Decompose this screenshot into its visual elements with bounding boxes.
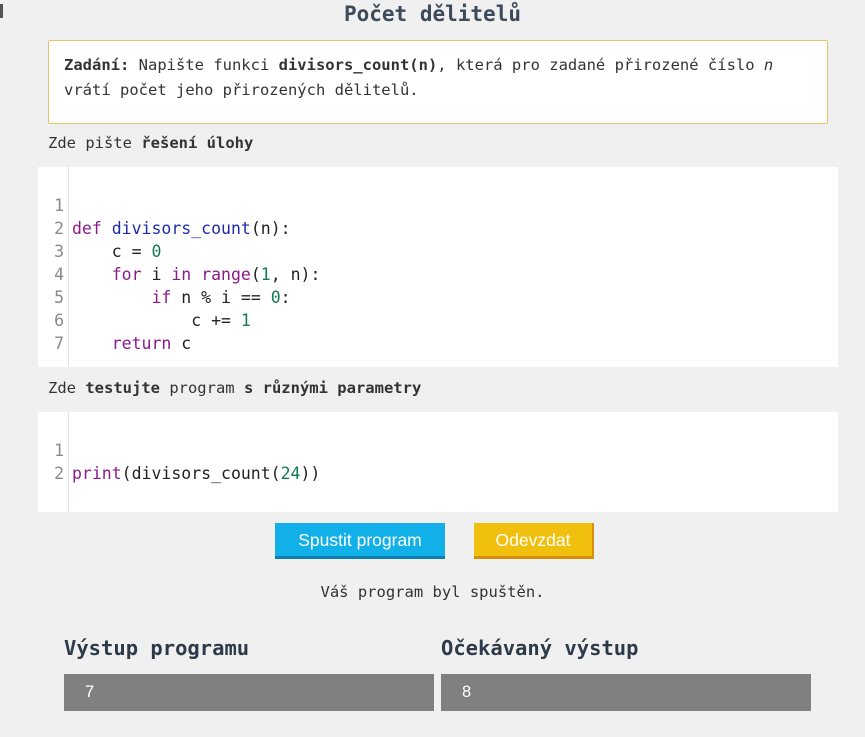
test-label-bold-2: s různými parametry xyxy=(243,379,422,397)
code-text: c += 1 xyxy=(72,311,251,330)
code-line: 4 if n % i == 0: xyxy=(38,240,291,307)
run-program-button[interactable]: Spustit program xyxy=(275,523,445,559)
code-line: 1 def divisors_count(n): xyxy=(38,171,291,238)
code-text: c = 0 xyxy=(72,242,162,261)
test-label-prefix: Zde xyxy=(48,379,86,397)
solution-label-bold: řešení úlohy xyxy=(141,134,254,152)
assignment-prefix: Zadání: xyxy=(64,56,130,74)
solution-code-editor[interactable]: 1 def divisors_count(n): 2 c = 0 3 for i… xyxy=(38,167,838,367)
test-label-bold-1: testujte xyxy=(85,379,160,397)
code-line: 2 xyxy=(38,439,78,483)
test-label: Zde testujte program s různými parametry xyxy=(48,379,421,397)
assignment-function-name: divisors_count(n) xyxy=(278,56,438,74)
expected-output-box: 8 xyxy=(441,674,811,711)
expected-output-heading: Očekávaný výstup xyxy=(441,636,639,660)
assignment-text-2: , která pro zadané přirozené číslo xyxy=(437,56,764,74)
line-number: 2 xyxy=(54,464,64,483)
program-output-heading: Výstup programu xyxy=(64,636,250,660)
status-message: Váš program byl spuštěn. xyxy=(320,583,545,601)
assignment-text-1: Napište funkci xyxy=(129,56,279,74)
solution-label: Zde pište řešení úlohy xyxy=(48,134,253,152)
submit-button[interactable]: Odevzdat xyxy=(474,523,594,559)
code-line: 3 for i in range(1, n): xyxy=(38,217,320,284)
code-text: def divisors_count(n): xyxy=(72,219,291,238)
code-line: 1 print(divisors_count(24)) xyxy=(38,416,320,483)
code-text: for i in range(1, n): xyxy=(111,265,321,284)
assignment-text-3: vrátí počet jeho přirozených dělitelů. xyxy=(64,81,419,99)
test-code-editor[interactable]: 1 print(divisors_count(24)) 2 xyxy=(38,412,838,512)
code-text: if n % i == 0: xyxy=(151,288,291,307)
code-text: print(divisors_count(24)) xyxy=(72,464,321,483)
code-text: return c xyxy=(111,334,192,353)
assignment-box: Zadání: Napište funkci divisors_count(n)… xyxy=(48,40,828,124)
program-output-box: 7 xyxy=(64,674,434,711)
code-line: 7 xyxy=(38,309,78,353)
code-line: 5 c += 1 xyxy=(38,263,251,330)
code-line: 2 c = 0 xyxy=(38,194,161,261)
line-number: 7 xyxy=(54,334,64,353)
code-line: 6 return c xyxy=(38,286,191,353)
test-label-mid: program xyxy=(159,379,244,397)
solution-label-prefix: Zde pište xyxy=(48,134,142,152)
assignment-variable: n xyxy=(763,56,774,74)
page-title: Počet dělitelů xyxy=(343,2,521,26)
